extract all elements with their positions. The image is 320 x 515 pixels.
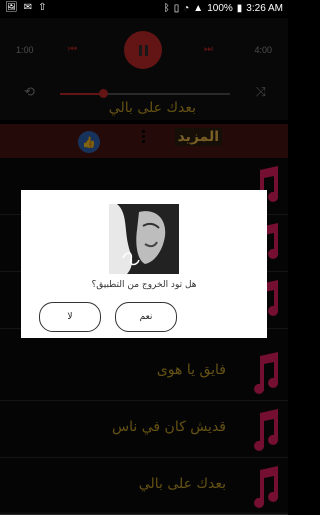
yes-button[interactable]: نعم xyxy=(115,302,177,332)
wifi-icon: ◔ xyxy=(183,3,190,14)
clock: 3:26 AM xyxy=(246,3,283,14)
no-button[interactable]: لا xyxy=(39,302,101,332)
battery-level: 100% xyxy=(207,3,233,14)
gallery-icon: 🖼 xyxy=(5,2,18,13)
battery-icon: ▮ xyxy=(236,3,243,14)
dialog-message: هل تود الخروج من التطبيق؟ xyxy=(91,280,197,290)
mail-icon: ✉ xyxy=(23,2,33,13)
vibrate-icon: ▯ xyxy=(173,3,180,14)
signal-icon: ▲ xyxy=(193,3,204,14)
artist-image xyxy=(109,204,179,274)
upload-icon: ⇧ xyxy=(38,2,47,13)
bluetooth-icon: ᛒ xyxy=(163,3,170,14)
status-bar: 🖼 ✉ ⇧ ᛒ ▯ ◔ ▲ 100% ▮ 3:26 AM xyxy=(0,0,288,18)
exit-dialog: هل تود الخروج من التطبيق؟ نعم لا xyxy=(21,190,267,338)
